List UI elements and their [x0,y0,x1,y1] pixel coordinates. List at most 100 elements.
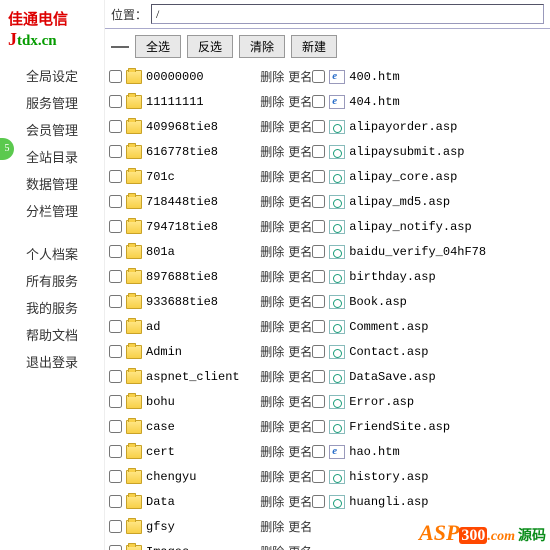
row-checkbox[interactable] [312,245,325,258]
rename-link[interactable]: 更名 [288,118,312,135]
delete-link[interactable]: 删除 [260,368,284,385]
nav-item[interactable]: 分栏管理 [8,197,96,224]
file-name[interactable]: 801a [146,245,256,259]
file-name[interactable]: 794718tie8 [146,220,256,234]
delete-link[interactable]: 删除 [260,343,284,360]
file-name[interactable]: 616778tie8 [146,145,256,159]
file-name[interactable]: Images [146,545,256,550]
row-checkbox[interactable] [109,445,122,458]
file-name[interactable]: baidu_verify_04hF78 [349,245,546,259]
rename-link[interactable]: 更名 [288,518,312,535]
row-checkbox[interactable] [312,195,325,208]
location-input[interactable] [151,4,544,24]
file-name[interactable]: history.asp [349,470,546,484]
delete-link[interactable]: 删除 [260,293,284,310]
row-checkbox[interactable] [312,470,325,483]
row-checkbox[interactable] [109,520,122,533]
delete-link[interactable]: 删除 [260,493,284,510]
file-name[interactable]: birthday.asp [349,270,546,284]
row-checkbox[interactable] [109,70,122,83]
file-name[interactable]: gfsy [146,520,256,534]
row-checkbox[interactable] [312,420,325,433]
delete-link[interactable]: 删除 [260,443,284,460]
rename-link[interactable]: 更名 [288,168,312,185]
row-checkbox[interactable] [109,420,122,433]
row-checkbox[interactable] [312,95,325,108]
row-checkbox[interactable] [109,145,122,158]
clear-button[interactable]: 清除 [239,35,285,58]
row-checkbox[interactable] [312,370,325,383]
rename-link[interactable]: 更名 [288,393,312,410]
file-name[interactable]: case [146,420,256,434]
rename-link[interactable]: 更名 [288,443,312,460]
delete-link[interactable]: 删除 [260,93,284,110]
nav-item[interactable]: 个人档案 [8,240,96,267]
file-name[interactable]: Data [146,495,256,509]
file-name[interactable]: 11111111 [146,95,256,109]
delete-link[interactable]: 删除 [260,243,284,260]
delete-link[interactable]: 删除 [260,268,284,285]
rename-link[interactable]: 更名 [288,418,312,435]
rename-link[interactable]: 更名 [288,493,312,510]
invert-button[interactable]: 反选 [187,35,233,58]
rename-link[interactable]: 更名 [288,268,312,285]
file-name[interactable]: hao.htm [349,445,546,459]
row-checkbox[interactable] [109,195,122,208]
rename-link[interactable]: 更名 [288,68,312,85]
rename-link[interactable]: 更名 [288,468,312,485]
row-checkbox[interactable] [312,345,325,358]
row-checkbox[interactable] [109,470,122,483]
rename-link[interactable]: 更名 [288,318,312,335]
file-name[interactable]: 897688tie8 [146,270,256,284]
rename-link[interactable]: 更名 [288,243,312,260]
rename-link[interactable]: 更名 [288,343,312,360]
delete-link[interactable]: 删除 [260,318,284,335]
nav-item[interactable]: 全站目录 [8,143,96,170]
rename-link[interactable]: 更名 [288,218,312,235]
file-name[interactable]: huangli.asp [349,495,546,509]
file-name[interactable]: Comment.asp [349,320,546,334]
file-name[interactable]: chengyu [146,470,256,484]
row-checkbox[interactable] [312,170,325,183]
delete-link[interactable]: 删除 [260,68,284,85]
row-checkbox[interactable] [312,70,325,83]
file-name[interactable]: alipay_md5.asp [349,195,546,209]
row-checkbox[interactable] [109,545,122,550]
delete-link[interactable]: 删除 [260,393,284,410]
nav-item[interactable]: 服务管理 [8,89,96,116]
file-name[interactable]: FriendSite.asp [349,420,546,434]
row-checkbox[interactable] [109,320,122,333]
nav-item[interactable]: 数据管理 [8,170,96,197]
rename-link[interactable]: 更名 [288,368,312,385]
row-checkbox[interactable] [109,495,122,508]
file-name[interactable]: Error.asp [349,395,546,409]
rename-link[interactable]: 更名 [288,93,312,110]
file-name[interactable]: Book.asp [349,295,546,309]
nav-item[interactable]: 所有服务 [8,267,96,294]
row-checkbox[interactable] [312,295,325,308]
row-checkbox[interactable] [312,395,325,408]
row-checkbox[interactable] [312,120,325,133]
file-name[interactable]: ad [146,320,256,334]
select-all-button[interactable]: 全选 [135,35,181,58]
rename-link[interactable]: 更名 [288,143,312,160]
file-name[interactable]: 00000000 [146,70,256,84]
rename-link[interactable]: 更名 [288,193,312,210]
file-name[interactable]: alipay_notify.asp [349,220,546,234]
row-checkbox[interactable] [109,120,122,133]
delete-link[interactable]: 删除 [260,543,284,550]
file-name[interactable]: 400.htm [349,70,546,84]
row-checkbox[interactable] [109,220,122,233]
file-name[interactable]: Contact.asp [349,345,546,359]
delete-link[interactable]: 删除 [260,193,284,210]
row-checkbox[interactable] [312,320,325,333]
row-checkbox[interactable] [109,270,122,283]
delete-link[interactable]: 删除 [260,218,284,235]
delete-link[interactable]: 删除 [260,143,284,160]
delete-link[interactable]: 删除 [260,418,284,435]
row-checkbox[interactable] [312,495,325,508]
row-checkbox[interactable] [109,295,122,308]
row-checkbox[interactable] [109,95,122,108]
nav-item[interactable]: 我的服务 [8,294,96,321]
row-checkbox[interactable] [109,395,122,408]
